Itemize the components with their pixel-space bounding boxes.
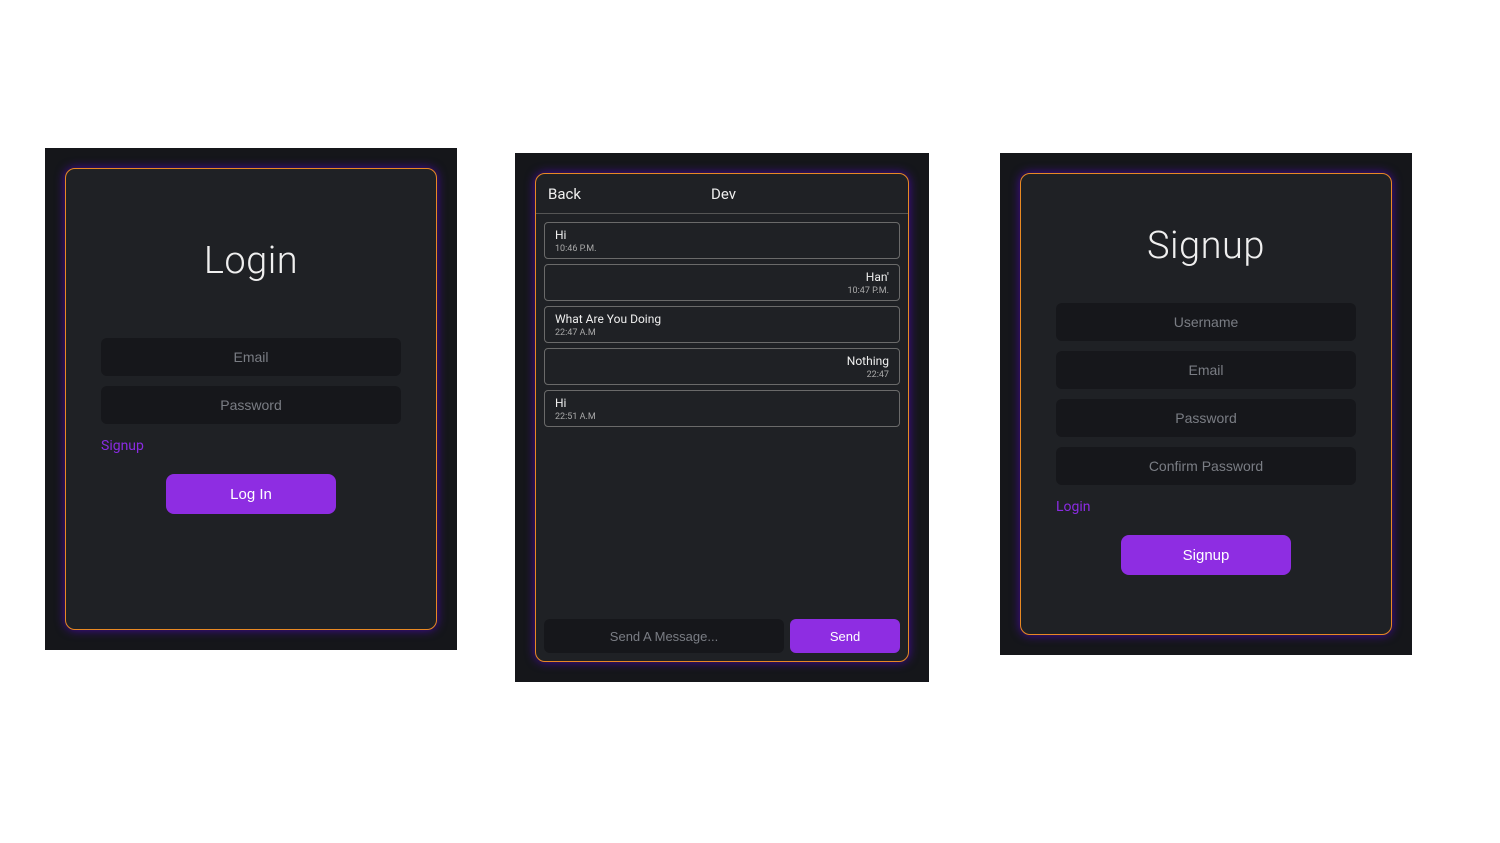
chat-title: Dev — [551, 185, 896, 203]
chat-panel: Back Dev Hi 10:46 P.M. Han' 10:47 P.M. What … — [515, 153, 929, 682]
send-button[interactable]: Send — [790, 619, 900, 653]
message-text: Hi — [555, 228, 566, 242]
message-text: Hi — [555, 396, 566, 410]
message-text: Han' — [866, 270, 889, 284]
signup-password-input[interactable] — [1056, 399, 1356, 437]
signup-form: Login Signup — [1021, 303, 1391, 575]
chat-input-row: Send — [536, 611, 908, 661]
chat-message: What Are You Doing 22:47 A.M — [544, 306, 900, 343]
chat-message: Han' 10:47 P.M. — [544, 264, 900, 301]
login-panel: Login Signup Log In — [45, 148, 457, 650]
login-link[interactable]: Login — [1056, 499, 1091, 515]
message-timestamp: 22:47 — [867, 370, 889, 380]
message-timestamp: 10:46 P.M. — [555, 244, 597, 254]
login-heading: Login — [66, 239, 436, 283]
chat-message: Nothing 22:47 — [544, 348, 900, 385]
signup-heading: Signup — [1021, 224, 1391, 268]
message-timestamp: 10:47 P.M. — [847, 286, 889, 296]
login-button[interactable]: Log In — [166, 474, 336, 514]
signup-panel: Signup Login Signup — [1000, 153, 1412, 655]
signup-confirm-password-input[interactable] — [1056, 447, 1356, 485]
chat-message: Hi 22:51 A.M — [544, 390, 900, 427]
signup-link[interactable]: Signup — [101, 438, 144, 454]
message-text: Nothing — [847, 354, 889, 368]
message-timestamp: 22:47 A.M — [555, 328, 596, 338]
chat-header: Back Dev — [536, 174, 908, 214]
chat-card: Back Dev Hi 10:46 P.M. Han' 10:47 P.M. What … — [535, 173, 909, 662]
chat-messages: Hi 10:46 P.M. Han' 10:47 P.M. What Are You D… — [536, 214, 908, 611]
message-text: What Are You Doing — [555, 312, 661, 326]
login-form: Signup Log In — [66, 338, 436, 514]
message-input[interactable] — [544, 619, 784, 653]
signup-button[interactable]: Signup — [1121, 535, 1291, 575]
signup-username-input[interactable] — [1056, 303, 1356, 341]
login-card: Login Signup Log In — [65, 168, 437, 630]
login-password-input[interactable] — [101, 386, 401, 424]
login-email-input[interactable] — [101, 338, 401, 376]
signup-email-input[interactable] — [1056, 351, 1356, 389]
signup-card: Signup Login Signup — [1020, 173, 1392, 635]
chat-message: Hi 10:46 P.M. — [544, 222, 900, 259]
message-timestamp: 22:51 A.M — [555, 412, 596, 422]
